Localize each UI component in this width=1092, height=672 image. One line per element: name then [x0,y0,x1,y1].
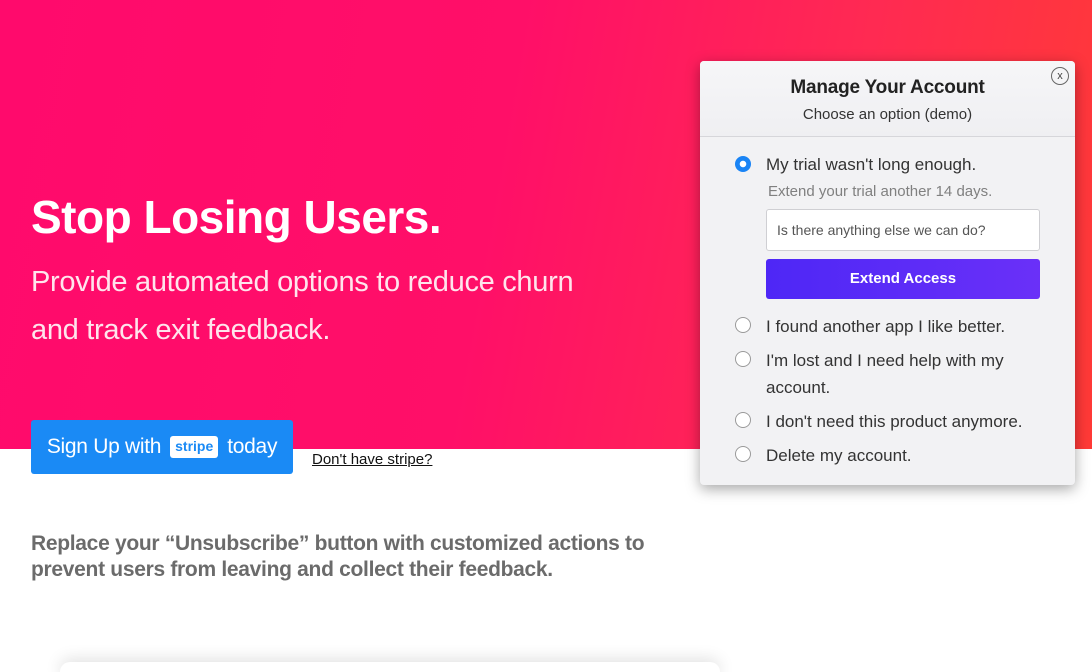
manage-account-modal: Manage Your Account Choose an option (de… [700,61,1075,485]
card-edge [60,662,720,672]
signup-with-stripe-button[interactable]: Sign Up with stripe today [31,420,293,474]
hero-subhead: Provide automated options to reduce chur… [31,266,574,346]
modal-subtitle: Choose an option (demo) [802,106,973,123]
signup-suffix: today [227,435,278,458]
tagline: Replace your “Unsubscribe” button with c… [31,532,645,581]
extend-note: Extend your trial another 14 days. [768,183,993,200]
close-icon[interactable]: x [1051,67,1069,85]
no-stripe-link[interactable]: Don't have stripe? [312,451,432,468]
modal-header: Manage Your Account Choose an option (de… [700,61,1075,137]
radio-trial-too-short[interactable] [735,156,751,172]
feedback-input[interactable] [766,209,1040,251]
option-label[interactable]: My trial wasn't long enough. [766,151,976,178]
option-label[interactable]: Delete my account. [766,442,912,469]
signup-prefix: Sign Up with [46,435,162,458]
option-label[interactable]: I don't need this product anymore. [766,408,1023,435]
radio-delete-account[interactable] [735,446,751,462]
modal-title: Manage Your Account [790,77,985,98]
radio-dont-need-product[interactable] [735,412,751,428]
option-label[interactable]: I'm lost and I need help with my account… [766,347,1051,401]
radio-found-another-app[interactable] [735,317,751,333]
hero-headline: Stop Losing Users. [31,191,442,243]
option-label[interactable]: I found another app I like better. [766,313,1005,340]
extend-access-button[interactable]: Extend Access [766,259,1040,299]
radio-need-help[interactable] [735,351,751,367]
stripe-logo: stripe [170,436,219,458]
